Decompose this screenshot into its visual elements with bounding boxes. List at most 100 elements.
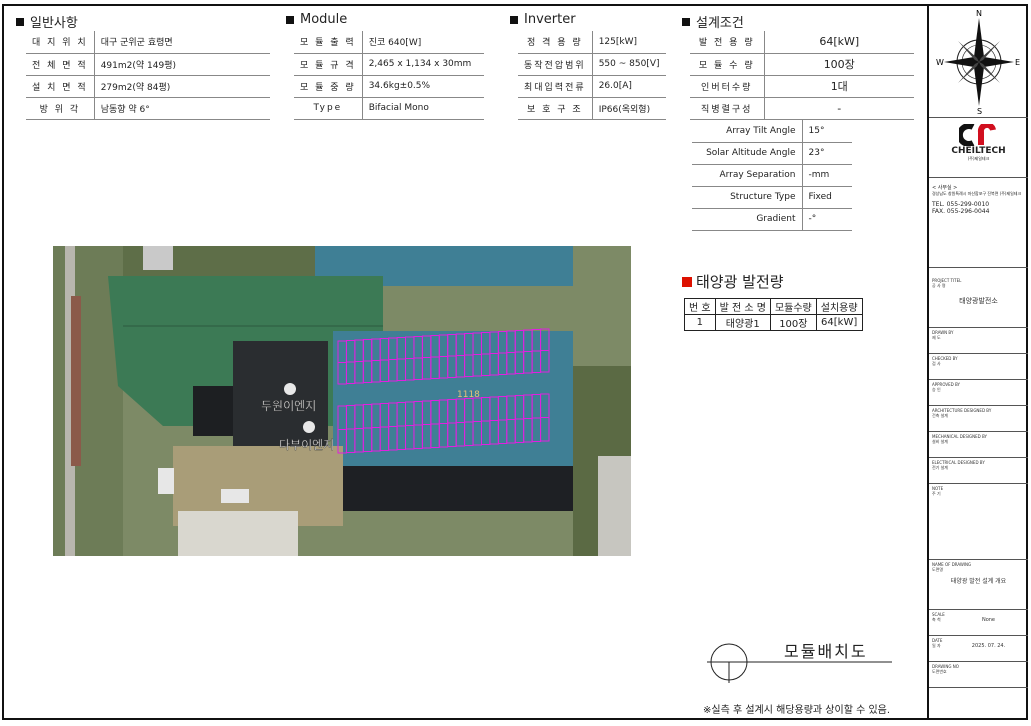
scale-cell: SCALE 축 척 None	[929, 610, 1028, 636]
spec-row: 방 위 각 남동향 약 6°	[26, 97, 270, 120]
spec-value: 진코 640[W]	[362, 31, 484, 54]
spec-row: 설 치 면 적 279m2(약 84평)	[26, 75, 270, 98]
compass-cell: N S W E	[929, 4, 1028, 118]
spec-value: IP66(옥외형)	[592, 97, 666, 120]
spec-value: 대구 군위군 효령면	[94, 31, 270, 54]
spec-row: Type Bifacial Mono	[294, 97, 484, 120]
spec-key: Gradient	[692, 208, 803, 231]
design-title: 설계조건	[682, 12, 744, 31]
station-title: 태양광 발전량	[682, 271, 784, 292]
station-header: 설치용량	[815, 298, 863, 315]
spec-key: 보 호 구 조	[518, 97, 593, 120]
station-row: 1 태양광1 100장 64[kW]	[684, 314, 863, 331]
spec-key: 설 치 면 적	[26, 75, 95, 98]
spec-value: 1대	[764, 75, 914, 98]
spec-row: 정 격 용 량 125[kW]	[518, 31, 666, 54]
bullet-square-icon	[510, 15, 518, 24]
station-cell: 1	[684, 314, 716, 331]
spec-key: Type	[294, 97, 363, 120]
spec-value: Bifacial Mono	[362, 97, 484, 120]
spec-value: 23°	[802, 142, 852, 165]
spec-row: 모 듈 중 량 34.6kg±0.5%	[294, 75, 484, 98]
place-marker-icon	[284, 383, 296, 395]
mech-design-cell: MECHANICAL DESIGNED BY 설비 설계	[929, 432, 1028, 458]
place-label-1: 두원이엔지	[261, 399, 316, 413]
spec-row: 모 듈 수 량 100장	[690, 53, 914, 76]
compass-rose-icon: N S W E	[936, 9, 1020, 116]
date-cell: DATE 일 자 2025. 07. 24.	[929, 636, 1028, 662]
spec-key: 전 체 면 적	[26, 53, 95, 76]
spec-row: Gradient -°	[692, 208, 852, 231]
company-logo-icon	[958, 124, 996, 146]
project-cell: PROJECT TITEL 공 사 명 태양광발전소	[929, 276, 1028, 328]
svg-text:S: S	[977, 107, 982, 116]
spec-row: Structure Type Fixed	[692, 186, 852, 209]
spec-key: Array Separation	[692, 164, 803, 187]
general-title: 일반사항	[16, 12, 78, 31]
elec-design-cell: ELECTRICAL DESIGNED BY 전기 설계	[929, 458, 1028, 484]
spec-key: Array Tilt Angle	[692, 120, 803, 143]
station-cell: 태양광1	[714, 314, 771, 331]
title-block: N S W E CHEILTECH (주)제일테크 < 사무실 > 경상남도 창…	[927, 4, 1028, 720]
place-label-2: 다부이엔지	[279, 438, 334, 452]
spec-value: 남동향 약 6°	[94, 97, 270, 120]
spec-key: 정 격 용 량	[518, 31, 593, 54]
spec-value: -	[764, 97, 914, 120]
spec-row: 대 지 위 치 대구 군위군 효령면	[26, 31, 270, 54]
spec-key: 모 듈 출 력	[294, 31, 363, 54]
drawing-name-cell: NAME OF DRAWING 도면명 태양광 발전 설계 개요	[929, 560, 1028, 610]
module-title: Module	[286, 12, 347, 27]
station-header: 번 호	[684, 298, 716, 315]
bullet-square-icon	[682, 17, 690, 26]
spec-value: 64[kW]	[764, 31, 914, 54]
bullet-red-icon	[682, 276, 692, 287]
spec-value: -°	[802, 208, 852, 231]
spec-value: 2,465 x 1,134 x 30mm	[362, 53, 484, 76]
spec-row: 발 전 용 량 64[kW]	[690, 31, 914, 54]
spec-value: 279m2(약 84평)	[94, 75, 270, 98]
spec-key: 동작전압범위	[518, 53, 593, 76]
svg-text:E: E	[1015, 58, 1020, 67]
station-header: 발 전 소 명	[714, 298, 771, 315]
footnote: ※실측 후 설계시 해당용량과 상이할 수 있음.	[703, 705, 891, 716]
bullet-square-icon	[16, 17, 24, 26]
spec-row: 모 듈 출 력 진코 640[W]	[294, 31, 484, 54]
spec-row: 인버터수량 1대	[690, 75, 914, 98]
spec-key: 대 지 위 치	[26, 31, 95, 54]
module-table: 모 듈 출 력 진코 640[W] 모 듈 규 격 2,465 x 1,134 x 3…	[294, 31, 484, 120]
spec-key: 모 듈 규 격	[294, 53, 363, 76]
svg-text:W: W	[936, 58, 944, 67]
design-angle-table: Array Tilt Angle 15° Solar Altitude Angle 2…	[692, 120, 852, 231]
design-table: 발 전 용 량 64[kW] 모 듈 수 량 100장 인버터수량 1대 직병렬구성 -	[690, 31, 914, 120]
spec-key: 인버터수량	[690, 75, 765, 98]
spec-value: -mm	[802, 164, 852, 187]
spec-key: 직병렬구성	[690, 97, 765, 120]
spec-value: 15°	[802, 120, 852, 143]
spec-value: 26.0[A]	[592, 75, 666, 98]
svg-text:N: N	[976, 9, 982, 18]
spec-value: 550 ~ 850[V]	[592, 53, 666, 76]
place-marker-icon	[303, 421, 315, 433]
approved-by-cell: APPROVED BY 승 인	[929, 380, 1028, 406]
drawing-title: 모듈배치도	[784, 642, 868, 661]
spec-value: 34.6kg±0.5%	[362, 75, 484, 98]
spec-value: 125[kW]	[592, 31, 666, 54]
logo-cell: CHEILTECH (주)제일테크	[929, 118, 1028, 178]
spec-row: Array Tilt Angle 15°	[692, 120, 852, 143]
spec-row: 동작전압범위 550 ~ 850[V]	[518, 53, 666, 76]
bullet-square-icon	[286, 15, 294, 24]
inverter-title: Inverter	[510, 12, 576, 27]
spec-key: 모 듈 수 량	[690, 53, 765, 76]
general-table: 대 지 위 치 대구 군위군 효령면 전 체 면 적 491m2(약 149평) 설 치…	[26, 31, 270, 120]
spec-key: Solar Altitude Angle	[692, 142, 803, 165]
spec-row: 보 호 구 조 IP66(옥외형)	[518, 97, 666, 120]
aerial-site-map: 1118 두원이엔지 다부이엔지	[53, 246, 631, 556]
spec-key: 방 위 각	[26, 97, 95, 120]
spec-key: 최대입력전류	[518, 75, 593, 98]
office-cell: < 사무실 > 경상남도 창원특례시 마산합포구 진북면 (주)제일테크 TEL…	[929, 178, 1028, 268]
spec-value: Fixed	[802, 186, 852, 209]
station-header: 모듈수량	[769, 298, 817, 315]
station-cell: 100장	[769, 314, 817, 331]
spec-row: Solar Altitude Angle 23°	[692, 142, 852, 165]
station-table: 번 호발 전 소 명 모듈수량 설치용량 1 태양광1 100장 64[kW]	[684, 298, 863, 331]
